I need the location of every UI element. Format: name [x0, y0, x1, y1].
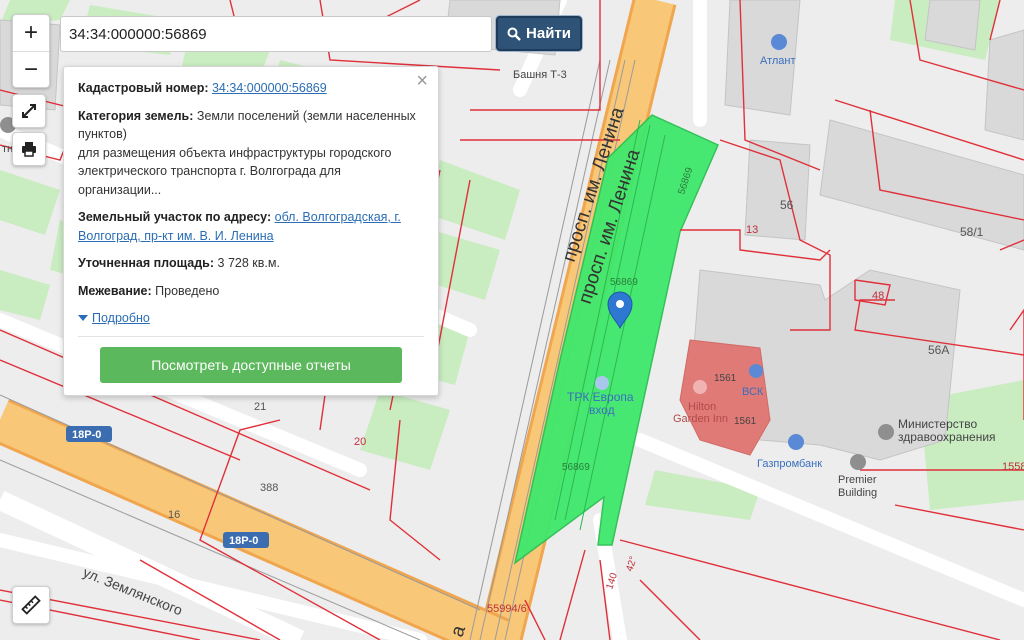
svg-text:18Р-0: 18Р-0	[72, 429, 101, 441]
area-value: 3 728 кв.м.	[217, 256, 280, 270]
poi-bashnya: Башня Т-3	[513, 69, 567, 81]
label-20: 20	[354, 436, 366, 448]
more-details-link[interactable]: Подробно	[78, 309, 424, 328]
poi-trk-1: ТРК Европа	[567, 390, 634, 404]
view-reports-button[interactable]: Посмотреть доступные отчеты	[100, 346, 402, 383]
survey-label: Межевание:	[78, 283, 152, 298]
category-purpose: для размещения объекта инфраструктуры го…	[78, 145, 392, 197]
parcel-number-3: 56869	[562, 462, 590, 473]
poi-gazprom: Газпромбанк	[757, 458, 822, 470]
premier-icon	[850, 454, 866, 470]
poi-premier-2: Building	[838, 487, 877, 499]
search-input[interactable]	[60, 16, 492, 52]
gazprom-icon	[788, 434, 804, 450]
print-button[interactable]	[12, 132, 46, 166]
parcel-info-popup: × Кадастровый номер: 34:34:000000:56869 …	[63, 66, 439, 396]
fullscreen-button[interactable]	[12, 94, 46, 128]
label-58-1: 58/1	[960, 225, 984, 239]
poi-vsk: ВСК	[742, 386, 764, 398]
address-label: Земельный участок по адресу:	[78, 210, 272, 224]
label-21: 21	[254, 401, 266, 413]
survey-value: Проведено	[155, 283, 220, 298]
ruler-button[interactable]	[12, 586, 50, 624]
zoom-in-button[interactable]: +	[13, 15, 49, 51]
plus-icon: +	[23, 19, 38, 46]
parcel-number-55994: 55994/6	[487, 603, 527, 615]
chevron-down-icon	[78, 315, 88, 322]
category-label: Категория земель:	[78, 108, 194, 123]
label-56: 56	[780, 198, 794, 212]
atlant-icon	[771, 34, 787, 50]
label-13: 13	[746, 224, 758, 236]
cadastral-label: Кадастровый номер:	[78, 81, 209, 95]
poi-hilton-1: Hilton	[688, 401, 716, 413]
search-button[interactable]: Найти	[496, 16, 582, 51]
road-badge-2: 18Р-0	[223, 532, 269, 548]
label-48: 48	[872, 290, 884, 302]
parcel-number-2: 56869	[610, 277, 638, 288]
poi-atlant: Атлант	[760, 55, 796, 67]
poi-premier-1: Premier	[838, 474, 877, 486]
poi-ministry-1: Министерство	[898, 417, 977, 431]
area-label: Уточненная площадь:	[78, 256, 215, 270]
expand-icon	[22, 104, 36, 118]
close-icon[interactable]: ×	[416, 71, 428, 91]
label-16: 16	[168, 509, 180, 521]
minus-icon: −	[23, 56, 38, 83]
label-1561a: 1561	[714, 373, 737, 384]
cadastral-row: Кадастровый номер: 34:34:000000:56869	[78, 79, 424, 98]
print-icon	[22, 142, 36, 157]
poi-trk-2: вход	[589, 403, 615, 417]
zoom-control: + −	[12, 14, 50, 88]
ruler-icon	[21, 595, 41, 615]
trk-icon	[595, 376, 609, 390]
label-1561b: 1561	[734, 416, 757, 427]
svg-text:18Р-0: 18Р-0	[229, 535, 258, 547]
survey-row: Межевание: Проведено	[78, 282, 424, 301]
hotel-icon	[693, 380, 707, 394]
address-row: Земельный участок по адресу: обл. Волгог…	[78, 208, 424, 245]
label-388: 388	[260, 482, 278, 494]
label-1558: 1558	[1002, 461, 1024, 473]
zoom-out-button[interactable]: −	[13, 51, 49, 88]
search-icon	[507, 27, 521, 41]
ministry-icon	[878, 424, 894, 440]
search-button-label: Найти	[526, 25, 571, 42]
cadastral-number-link[interactable]: 34:34:000000:56869	[212, 81, 327, 95]
vsk-icon	[749, 364, 763, 378]
label-56a: 56А	[928, 343, 949, 357]
poi-ministry-2: здравоохранения	[898, 430, 996, 444]
road-badge-1: 18Р-0	[66, 426, 112, 442]
category-row: Категория земель: Земли поселений (земли…	[78, 107, 424, 200]
popup-divider	[78, 335, 424, 337]
poi-hilton-2: Garden Inn	[673, 413, 728, 425]
area-row: Уточненная площадь: 3 728 кв.м.	[78, 254, 424, 273]
more-details-label[interactable]: Подробно	[92, 309, 150, 328]
